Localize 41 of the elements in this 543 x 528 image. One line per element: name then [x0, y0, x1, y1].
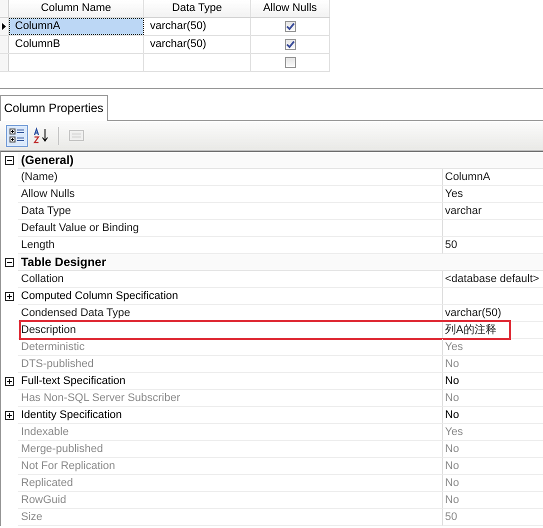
column-header[interactable]: Allow Nulls — [251, 0, 330, 17]
column-header[interactable]: Column Name — [9, 0, 144, 17]
property-value[interactable]: varchar(50) — [443, 305, 543, 322]
collapse-icon[interactable] — [5, 258, 14, 267]
checkbox[interactable] — [284, 57, 296, 68]
expand-icon[interactable] — [5, 411, 14, 420]
expand-icon[interactable] — [5, 377, 14, 386]
property-value[interactable]: Yes — [443, 186, 543, 203]
property-value[interactable]: 列A的注释 — [443, 322, 543, 339]
property-value[interactable]: No — [443, 407, 543, 424]
property-name[interactable]: Computed Column Specification — [18, 288, 443, 305]
categorized-icon — [8, 127, 26, 144]
property-pages-icon — [68, 127, 84, 144]
property-name[interactable]: (Name) — [18, 169, 443, 186]
category-header[interactable]: Table Designer — [18, 254, 543, 271]
property-name[interactable]: Full-text Specification — [18, 373, 443, 390]
checkbox[interactable] — [284, 39, 296, 50]
property-name[interactable]: Default Value or Binding — [18, 220, 443, 237]
table-cell[interactable]: ColumnB — [9, 36, 144, 53]
table-cell[interactable]: varchar(50) — [144, 36, 251, 53]
table-cell[interactable]: varchar(50) — [144, 18, 251, 35]
sort-icon — [32, 127, 50, 144]
categorized-button[interactable] — [6, 124, 28, 146]
property-name[interactable]: Collation — [18, 271, 443, 288]
collapse-icon[interactable] — [5, 156, 14, 165]
tab[interactable]: Column Properties — [0, 95, 108, 121]
property-name[interactable]: Allow Nulls — [18, 186, 443, 203]
property-value[interactable]: <database default> — [443, 271, 543, 288]
table-cell[interactable]: ColumnA — [9, 18, 144, 35]
property-value[interactable]: varchar — [443, 203, 543, 220]
row-header[interactable] — [0, 18, 9, 35]
property-name[interactable]: Description — [18, 322, 443, 339]
property-name[interactable]: Condensed Data Type — [18, 305, 443, 322]
checkbox[interactable] — [284, 21, 296, 32]
property-value[interactable]: No — [443, 373, 543, 390]
category-header[interactable]: (General) — [18, 152, 543, 169]
property-value[interactable]: ColumnA — [443, 169, 543, 186]
column-header[interactable]: Data Type — [144, 0, 251, 17]
expand-icon[interactable] — [5, 292, 14, 301]
property-name[interactable]: Identity Specification — [18, 407, 443, 424]
property-name[interactable]: Data Type — [18, 203, 443, 220]
